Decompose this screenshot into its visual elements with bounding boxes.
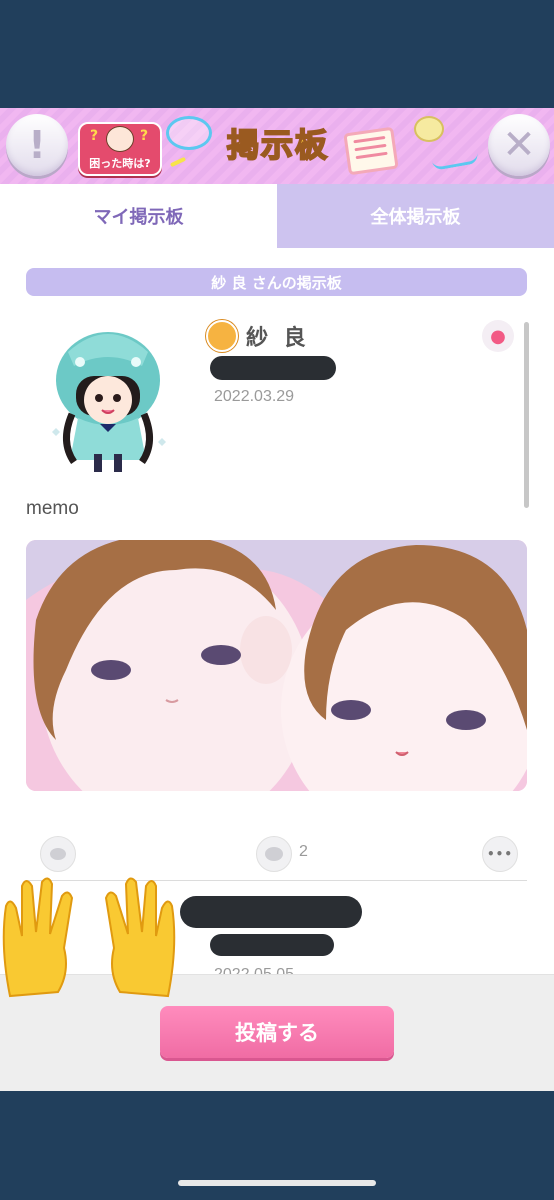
- question-mark-icon: ?: [140, 128, 149, 144]
- question-mark-icon: ?: [90, 128, 99, 144]
- board-tabs: マイ掲示板 全体掲示板: [0, 184, 554, 248]
- sparkle-icon: [169, 156, 187, 168]
- header-bar: ! ? ? 困った時は? 掲示板 ✕: [0, 108, 554, 185]
- home-indicator: [178, 1180, 376, 1186]
- post-image[interactable]: [26, 540, 527, 791]
- help-button[interactable]: ? ? 困った時は?: [78, 122, 162, 176]
- tab-my-board[interactable]: マイ掲示板: [0, 184, 277, 248]
- comment-count: 2: [299, 843, 308, 860]
- speech-bubble-icon: [166, 116, 212, 150]
- reaction-button[interactable]: [40, 836, 76, 872]
- post-button[interactable]: 投稿する: [160, 1006, 394, 1058]
- info-button[interactable]: !: [6, 114, 68, 176]
- pin-button[interactable]: ●: [482, 320, 514, 352]
- stamp-icon: [50, 848, 66, 860]
- tab-all-boards[interactable]: 全体掲示板: [277, 184, 554, 248]
- post-date: 2022.03.29: [214, 388, 295, 405]
- zodiac-badge-icon: [206, 320, 238, 352]
- redacted-username: [180, 896, 362, 928]
- post-username[interactable]: 紗 良: [246, 320, 310, 352]
- bulletin-board-icon: [343, 126, 399, 176]
- scrollbar[interactable]: [524, 322, 529, 508]
- exclamation-icon: !: [28, 123, 46, 167]
- help-label: 困った時は?: [89, 157, 151, 170]
- comment-icon: [265, 847, 283, 861]
- close-button[interactable]: ✕: [488, 114, 550, 176]
- more-options-button[interactable]: •••: [482, 836, 518, 872]
- raised-hands-icon: [2, 877, 176, 998]
- board-owner-banner: 紗 良 さんの掲示板: [26, 268, 527, 296]
- user-avatar[interactable]: [38, 322, 178, 480]
- help-character-icon: [106, 126, 134, 152]
- page-title: 掲示板: [226, 125, 329, 165]
- cookie-icon: [414, 116, 444, 142]
- close-icon: ✕: [502, 122, 536, 168]
- post-actions: 2 •••: [0, 834, 554, 874]
- more-icon: •••: [486, 847, 513, 861]
- wave-icon: [431, 148, 479, 171]
- post-memo: memo: [26, 498, 79, 519]
- comment-button[interactable]: [256, 836, 292, 872]
- pin-icon: ●: [490, 325, 506, 347]
- redacted-profile-text: [210, 934, 334, 956]
- redacted-profile-text: [210, 356, 336, 380]
